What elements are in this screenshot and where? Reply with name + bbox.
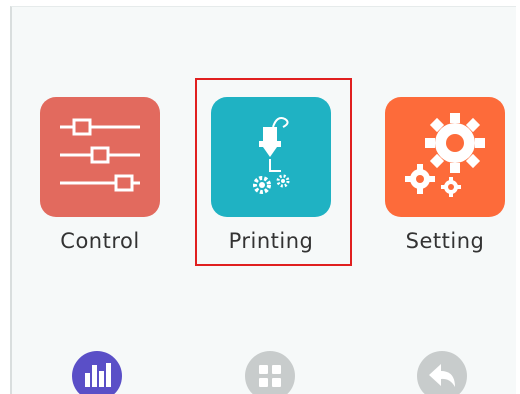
back-nav-button[interactable] xyxy=(417,351,467,394)
menu-grid-nav-button[interactable] xyxy=(245,351,295,394)
back-arrow-icon xyxy=(417,351,467,394)
selection-highlight xyxy=(195,78,352,266)
screen: Control Printing Setting xyxy=(10,6,516,394)
setting-label: Setting xyxy=(405,229,485,253)
bar-chart-icon xyxy=(72,351,122,394)
gears-icon xyxy=(405,113,485,197)
control-tile[interactable] xyxy=(40,97,160,217)
setting-menu-item[interactable]: Setting xyxy=(385,97,505,253)
control-menu-item[interactable]: Control xyxy=(40,97,160,253)
sliders-icon xyxy=(60,118,140,192)
stats-nav-button[interactable] xyxy=(72,351,122,394)
grid-icon xyxy=(245,351,295,394)
control-label: Control xyxy=(60,229,140,253)
setting-tile[interactable] xyxy=(385,97,505,217)
